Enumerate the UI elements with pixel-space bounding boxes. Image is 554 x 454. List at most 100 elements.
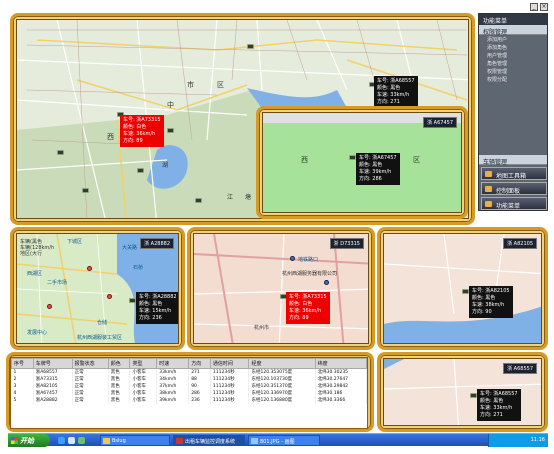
outlook-icon[interactable]: [68, 437, 75, 444]
vehicle-icon[interactable]: [247, 44, 254, 49]
table-cell: 北纬30.29842: [315, 382, 367, 390]
table-cell: 3: [11, 382, 34, 390]
control-panel-button[interactable]: 控制面板: [481, 182, 547, 195]
vehicle-icon[interactable]: [195, 198, 202, 203]
table-row[interactable]: 3 浙A82105 正常 黑色 小客车 37km/h 90 111234秒 东经120.3513…: [11, 382, 367, 390]
menu-item-add-role[interactable]: 添加角色: [479, 43, 547, 51]
table-cell: 黑色: [108, 396, 131, 404]
vehicle-icon[interactable]: [57, 150, 64, 155]
map-label-1: 地铁路口: [298, 257, 319, 263]
menu-item-permission-management[interactable]: 权限管理: [479, 67, 547, 75]
table-row[interactable]: 1 浙A68557 正常 黑色 小客车 33km/h 271 111234秒 东经120.353…: [11, 368, 367, 376]
table-cell: 1: [11, 368, 34, 376]
vehicle-icon[interactable]: [167, 128, 174, 133]
ie-icon[interactable]: [58, 437, 65, 444]
table-cell: 236: [188, 396, 211, 404]
table-cell: 黑色: [108, 368, 131, 376]
map-label-3: 市: [187, 81, 194, 89]
menu-item-add-user[interactable]: 添加用户: [479, 35, 547, 43]
vehicle-icon[interactable]: [137, 168, 144, 173]
vehicle-info-label: 车号: 浙A82105 颜色: 黑色 车速: 38km/h 方向: 90: [469, 286, 513, 318]
taskbar-item-folder[interactable]: Bslug: [100, 435, 170, 446]
column-header[interactable]: 颜色: [107, 358, 131, 369]
taskbar-item-paint[interactable]: 801.JPG - 画图: [248, 435, 320, 446]
zoom-popup-panel[interactable]: 浙 A67457 西 区 车号: 浙A67457 颜色: 黑色 车速: 39km…: [256, 106, 468, 219]
table-cell: 北纬30.27647: [315, 375, 367, 383]
taskbar-item-app[interactable]: 出租车辆监控调度系统: [173, 435, 245, 446]
start-button[interactable]: 开始: [8, 434, 50, 447]
column-header[interactable]: 通信时间: [209, 358, 250, 369]
map-label-7: 发展中心: [27, 330, 48, 336]
table-cell: 东经120.351370度: [248, 382, 316, 390]
vehicle-icon[interactable]: [82, 188, 89, 193]
table-cell: 东经120.353075度: [248, 368, 316, 376]
column-header[interactable]: 序号: [11, 358, 34, 369]
poi-marker-icon[interactable]: [324, 280, 329, 285]
map-label-4: 石桥: [133, 265, 144, 271]
table-cell: 正常: [72, 382, 109, 390]
table-cell: 浙A73315: [33, 375, 73, 383]
map-toolbox-button[interactable]: 地图工具箱: [481, 167, 547, 180]
table-cell: 北纬30.3366: [315, 396, 367, 404]
map-label-6: 二手市场: [47, 280, 68, 286]
minimize-button[interactable]: _: [530, 3, 538, 11]
table-body: 1 浙A68557 正常 黑色 小客车 33km/h 271 111234秒 东经120.353…: [11, 368, 367, 404]
vehicle-table: 序号 车牌号 报警状态 颜色 类型 时速 方向 通信时间 经度 纬度 1 浙A68557 正常 黑色 小客…: [10, 357, 368, 429]
vehicle-map-4[interactable]: 浙 A68557 车号: 浙A68557 颜色: 黑色 车速: 33km/h 方…: [383, 358, 542, 426]
menu-item-permission-assign[interactable]: 权限分配: [479, 75, 547, 83]
vehicle-map-3[interactable]: 浙 A82105 车号: 浙A82105 颜色: 黑色 车速: 38km/h 方…: [383, 233, 542, 344]
poi-marker-icon[interactable]: [87, 266, 92, 271]
close-button[interactable]: ×: [540, 3, 548, 11]
menu-item-role-management[interactable]: 角色管理: [479, 59, 547, 67]
column-header[interactable]: 类型: [129, 358, 158, 369]
table-cell: 5: [11, 396, 34, 404]
table-row[interactable]: 2 浙A73315 正常 黑色 小客车 34km/h 88 111234秒 东经120.1037…: [11, 375, 367, 383]
map-label-7: 塘: [245, 194, 252, 201]
menu-item-user-management[interactable]: 用户管理: [479, 51, 547, 59]
desktop-icon[interactable]: [78, 437, 85, 444]
poi-marker-icon[interactable]: [47, 304, 52, 309]
map-label-2: 中: [167, 101, 174, 109]
table-cell: 黑色: [108, 375, 131, 383]
table-cell: 东经120.103730度: [248, 375, 316, 383]
table-cell: 34km/h: [156, 375, 190, 383]
table-cell: 浙A68557: [33, 368, 73, 376]
poi-marker-icon[interactable]: [107, 294, 112, 299]
map-label-2: 杭州西湖服务器有限公司: [282, 271, 338, 277]
vehicle-icon[interactable]: [129, 298, 136, 303]
table-cell: 北纬30.186: [315, 389, 367, 397]
column-header[interactable]: 车牌号: [32, 358, 73, 369]
column-header[interactable]: 方向: [188, 358, 211, 369]
column-header[interactable]: 纬度: [314, 358, 367, 369]
poi-marker-icon[interactable]: [290, 256, 295, 261]
table-row[interactable]: 5 浙A28882 正常 黑色 小客车 39km/h 236 111234秒 东经120.136…: [11, 396, 367, 404]
clock: 11:16: [530, 437, 545, 443]
map-label-4: 区: [217, 81, 224, 89]
zoom-map[interactable]: 浙 A67457 西 区 车号: 浙A67457 颜色: 黑色 车速: 39km…: [262, 112, 462, 213]
table-cell: 4: [11, 389, 34, 397]
map-label-8: 仓储: [97, 320, 108, 326]
vehicle-map-panel-4: 浙 A68557 车号: 浙A68557 颜色: 黑色 车速: 33km/h 方…: [377, 352, 548, 432]
table-row[interactable]: 4 浙A67457 正常 黑色 小客车 38km/h 286 111234秒 东经120.336…: [11, 389, 367, 397]
vehicle-map-2[interactable]: 浙 D73315 地铁路口 杭州西湖服务器有限公司 杭州市 车号: 浙A7331…: [193, 233, 369, 344]
table-cell: 2: [11, 375, 34, 383]
map-label-2: 大关路: [122, 245, 138, 251]
function-menu-button[interactable]: 功能菜单: [481, 197, 547, 210]
column-header[interactable]: 时速: [156, 358, 190, 369]
table-cell: 正常: [72, 396, 109, 404]
table-cell: 111234秒: [210, 375, 250, 383]
vehicle-map-1[interactable]: 浙 A28882 车辆(黑色 车辆(128km/h 地区(大行 下城区 大关路 …: [16, 233, 179, 344]
vehicle-map-panel-2: 浙 D73315 地铁路口 杭州西湖服务器有限公司 杭州市 车号: 浙A7331…: [187, 227, 375, 350]
windows-logo-icon: [11, 437, 18, 444]
column-header[interactable]: 经度: [248, 358, 316, 369]
menu-section-permissions[interactable]: 权限管理: [479, 25, 547, 36]
menu-section-vehicles[interactable]: 车辆管理: [479, 155, 547, 166]
table-cell: 111234秒: [210, 396, 250, 404]
system-tray: 11:16: [488, 434, 548, 447]
vehicle-icon[interactable]: [470, 393, 477, 398]
folder-icon: [103, 438, 110, 444]
function-menu: 功能菜单 权限管理 添加用户 添加角色 用户管理 角色管理 权限管理 权限分配 …: [478, 13, 548, 211]
vehicle-icon[interactable]: [462, 289, 469, 294]
vehicle-icon[interactable]: [349, 155, 356, 160]
column-header[interactable]: 报警状态: [71, 358, 109, 369]
